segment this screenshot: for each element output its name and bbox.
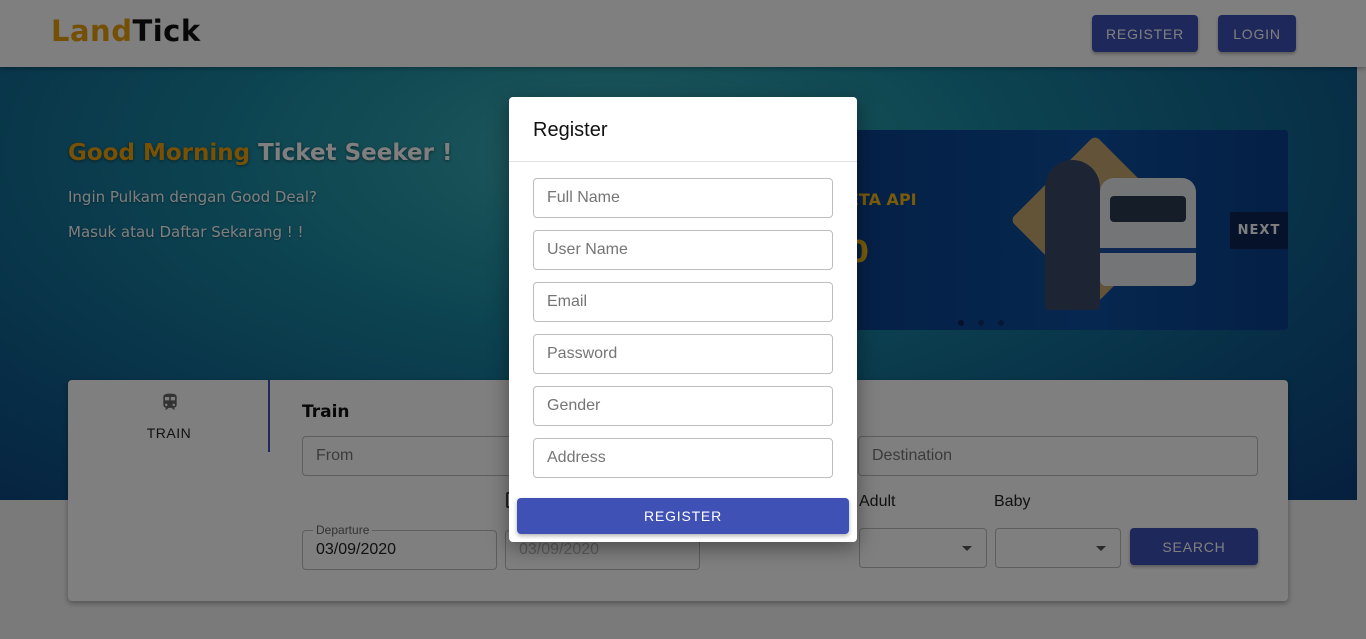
full-name-input[interactable]: Full Name (533, 178, 833, 218)
modal-header: Register (509, 97, 857, 162)
gender-input[interactable]: Gender (533, 386, 833, 426)
modal-title: Register (533, 119, 608, 141)
email-input[interactable]: Email (533, 282, 833, 322)
user-name-input[interactable]: User Name (533, 230, 833, 270)
register-modal: Register Full Name User Name Email Passw… (509, 97, 857, 542)
password-input[interactable]: Password (533, 334, 833, 374)
address-input[interactable]: Address (533, 438, 833, 478)
register-submit-button[interactable]: REGISTER (517, 498, 849, 534)
